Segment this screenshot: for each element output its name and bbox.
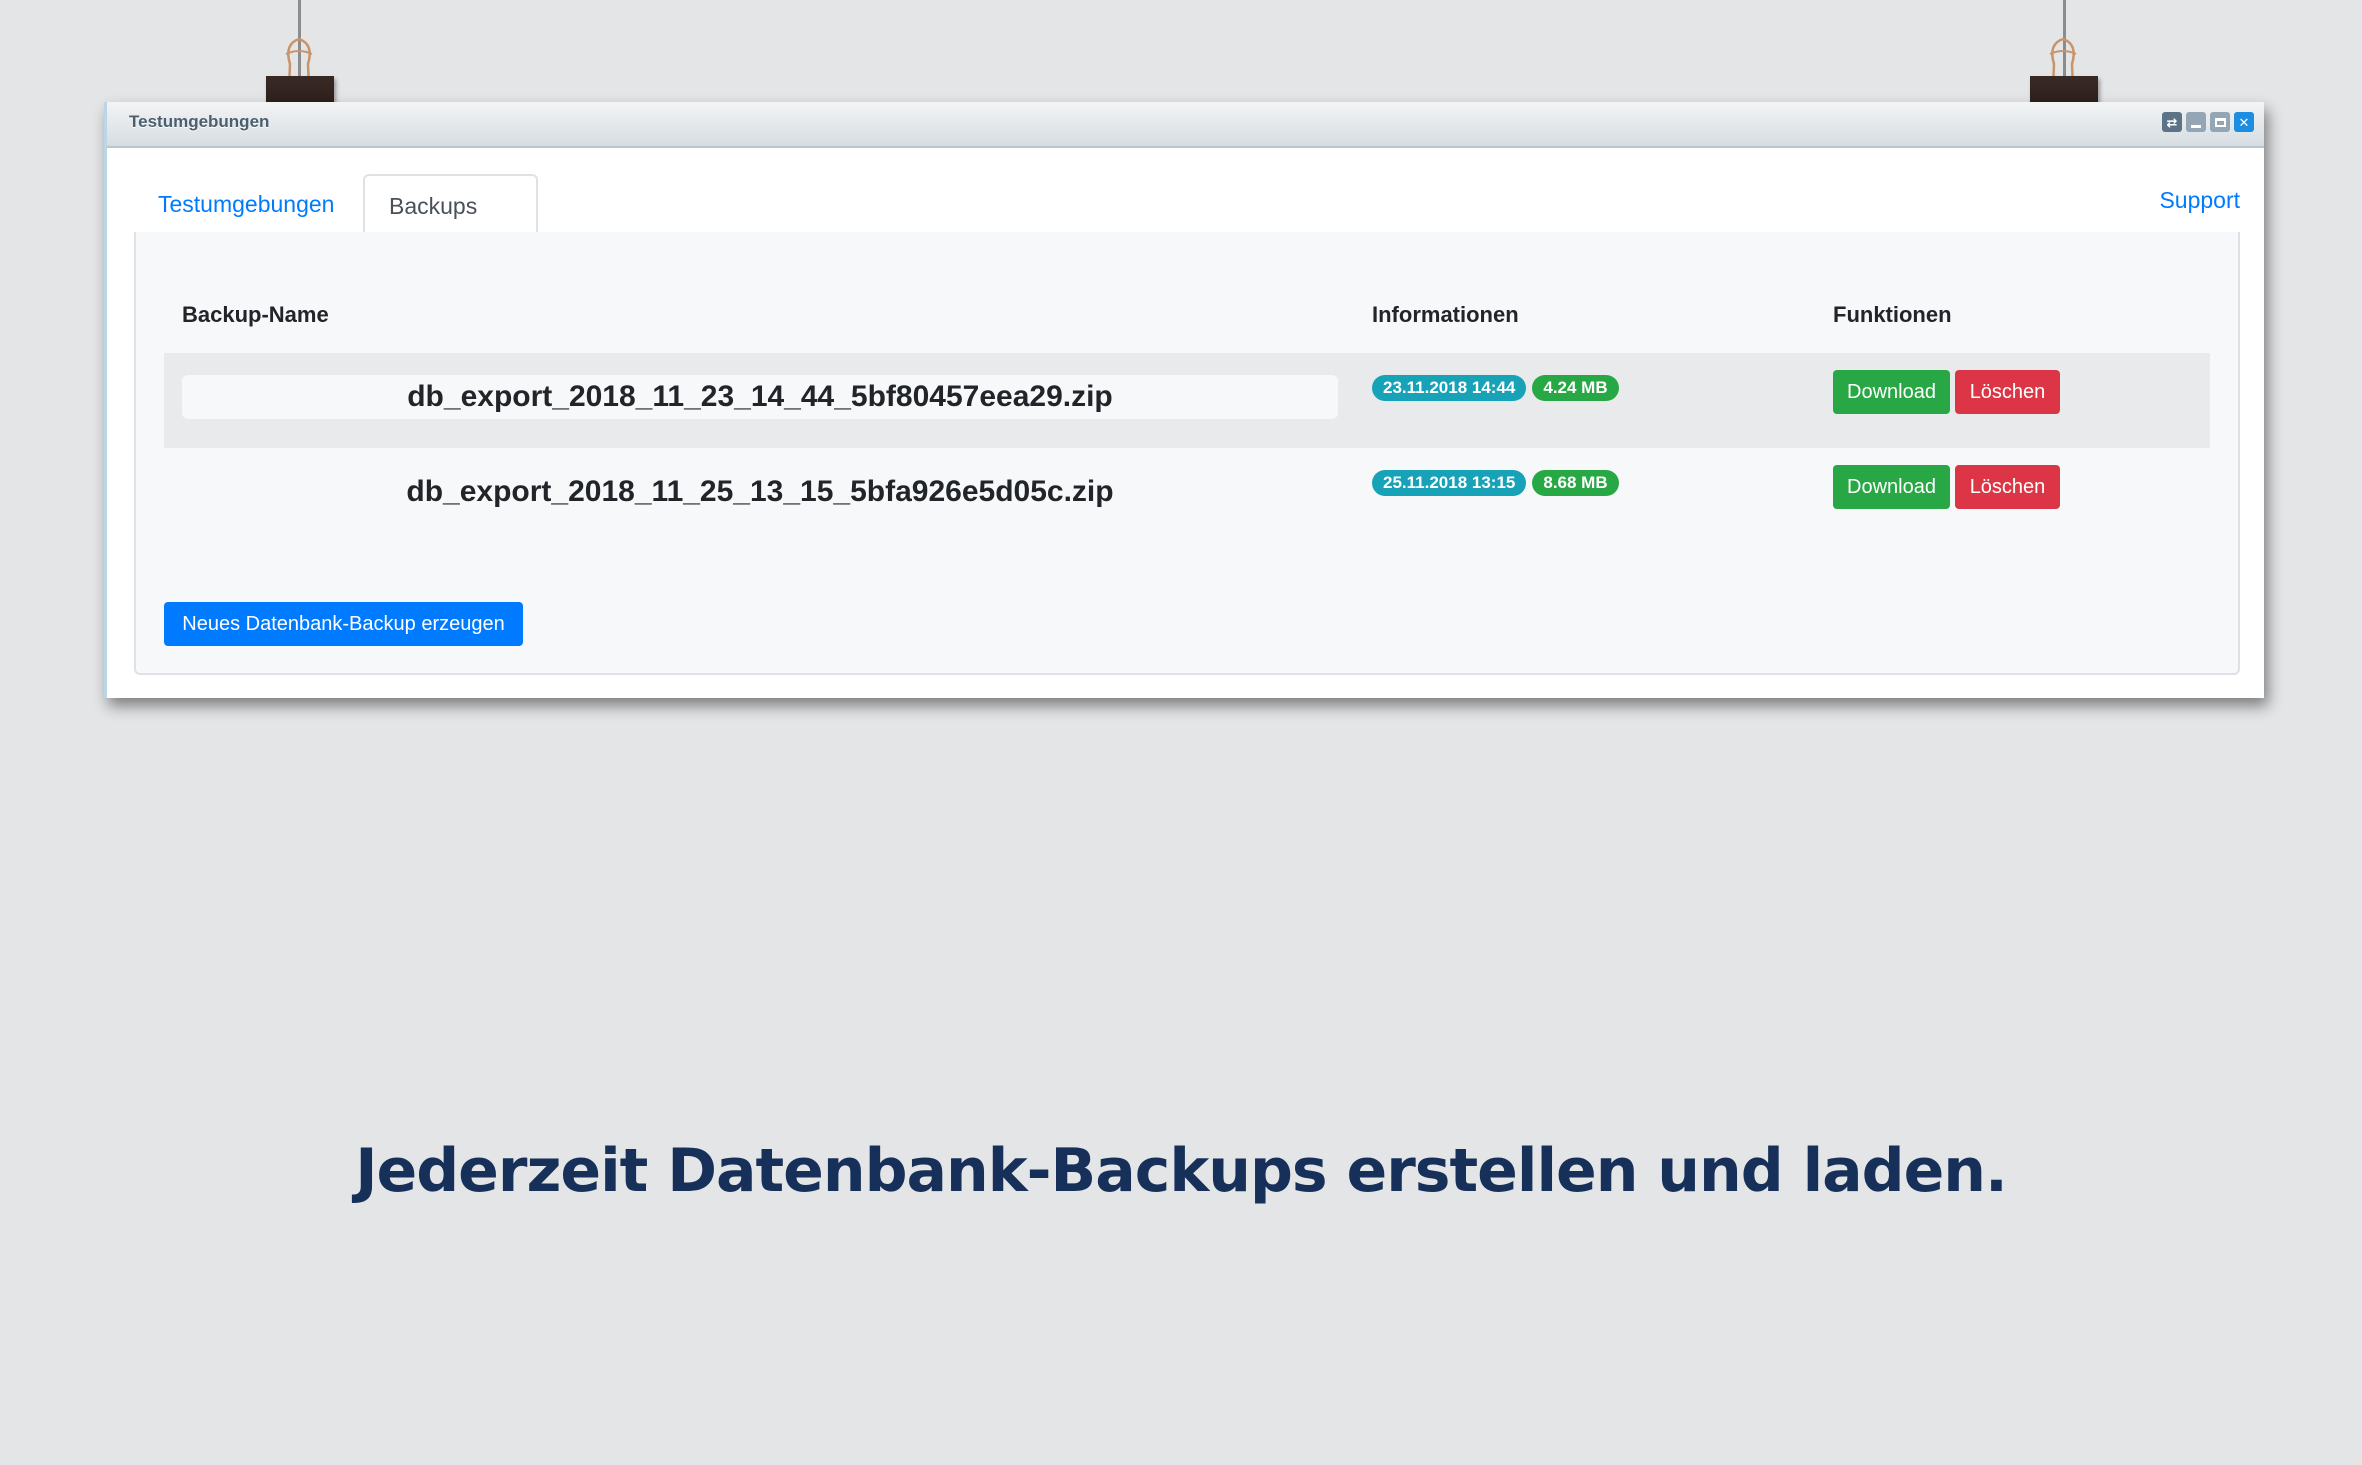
- size-badge: 4.24 MB: [1532, 375, 1619, 401]
- tab-label: Backups: [389, 193, 478, 219]
- tab-backups[interactable]: Backups 2: [363, 174, 538, 279]
- backup-info: 23.11.2018 14:44 4.24 MB: [1372, 375, 1619, 401]
- delete-button[interactable]: Löschen: [1955, 370, 2060, 414]
- window-controls: ⇄ ✕: [2162, 112, 2254, 132]
- table-row: db_export_2018_11_23_14_44_5bf80457eea29…: [164, 353, 2210, 448]
- delete-button[interactable]: Löschen: [1955, 465, 2060, 509]
- window-titlebar[interactable]: Testumgebungen ⇄ ✕: [107, 102, 2264, 148]
- backup-info: 25.11.2018 13:15 8.68 MB: [1372, 470, 1619, 496]
- download-button[interactable]: Download: [1833, 370, 1950, 414]
- backups-panel: Backup-Name Informationen Funktionen db_…: [134, 232, 2240, 675]
- tab-bar: Testumgebungen Backups 2: [134, 170, 2240, 279]
- download-button[interactable]: Download: [1833, 465, 1950, 509]
- row-actions: Download Löschen: [1833, 465, 2060, 509]
- row-actions: Download Löschen: [1833, 370, 2060, 414]
- create-backup-button[interactable]: Neues Datenbank-Backup erzeugen: [164, 602, 523, 646]
- column-header-backup-name: Backup-Name: [182, 302, 329, 327]
- date-badge: 23.11.2018 14:44: [1372, 375, 1527, 401]
- window-title: Testumgebungen: [129, 112, 270, 131]
- tab-label: Testumgebungen: [158, 191, 335, 217]
- minimize-icon[interactable]: [2186, 112, 2206, 132]
- column-header-informationen: Informationen: [1372, 302, 1519, 327]
- app-window: Testumgebungen ⇄ ✕ Testumgebungen Backup…: [104, 102, 2264, 698]
- tab-testumgebungen[interactable]: Testumgebungen: [134, 174, 358, 234]
- size-badge: 8.68 MB: [1532, 470, 1619, 496]
- table-header: Backup-Name Informationen Funktionen: [164, 292, 2210, 342]
- support-link[interactable]: Support: [2159, 170, 2240, 230]
- maximize-icon[interactable]: [2210, 112, 2230, 132]
- close-icon[interactable]: ✕: [2234, 112, 2254, 132]
- refresh-icon[interactable]: ⇄: [2162, 112, 2182, 132]
- table-row: db_export_2018_11_25_13_15_5bfa926e5d05c…: [164, 448, 2210, 543]
- marketing-headline: Jederzeit Datenbank-Backups erstellen un…: [355, 1136, 2008, 1206]
- date-badge: 25.11.2018 13:15: [1372, 470, 1527, 496]
- column-header-funktionen: Funktionen: [1833, 302, 1952, 327]
- backup-name: db_export_2018_11_23_14_44_5bf80457eea29…: [182, 375, 1338, 419]
- backup-name: db_export_2018_11_25_13_15_5bfa926e5d05c…: [406, 475, 1114, 508]
